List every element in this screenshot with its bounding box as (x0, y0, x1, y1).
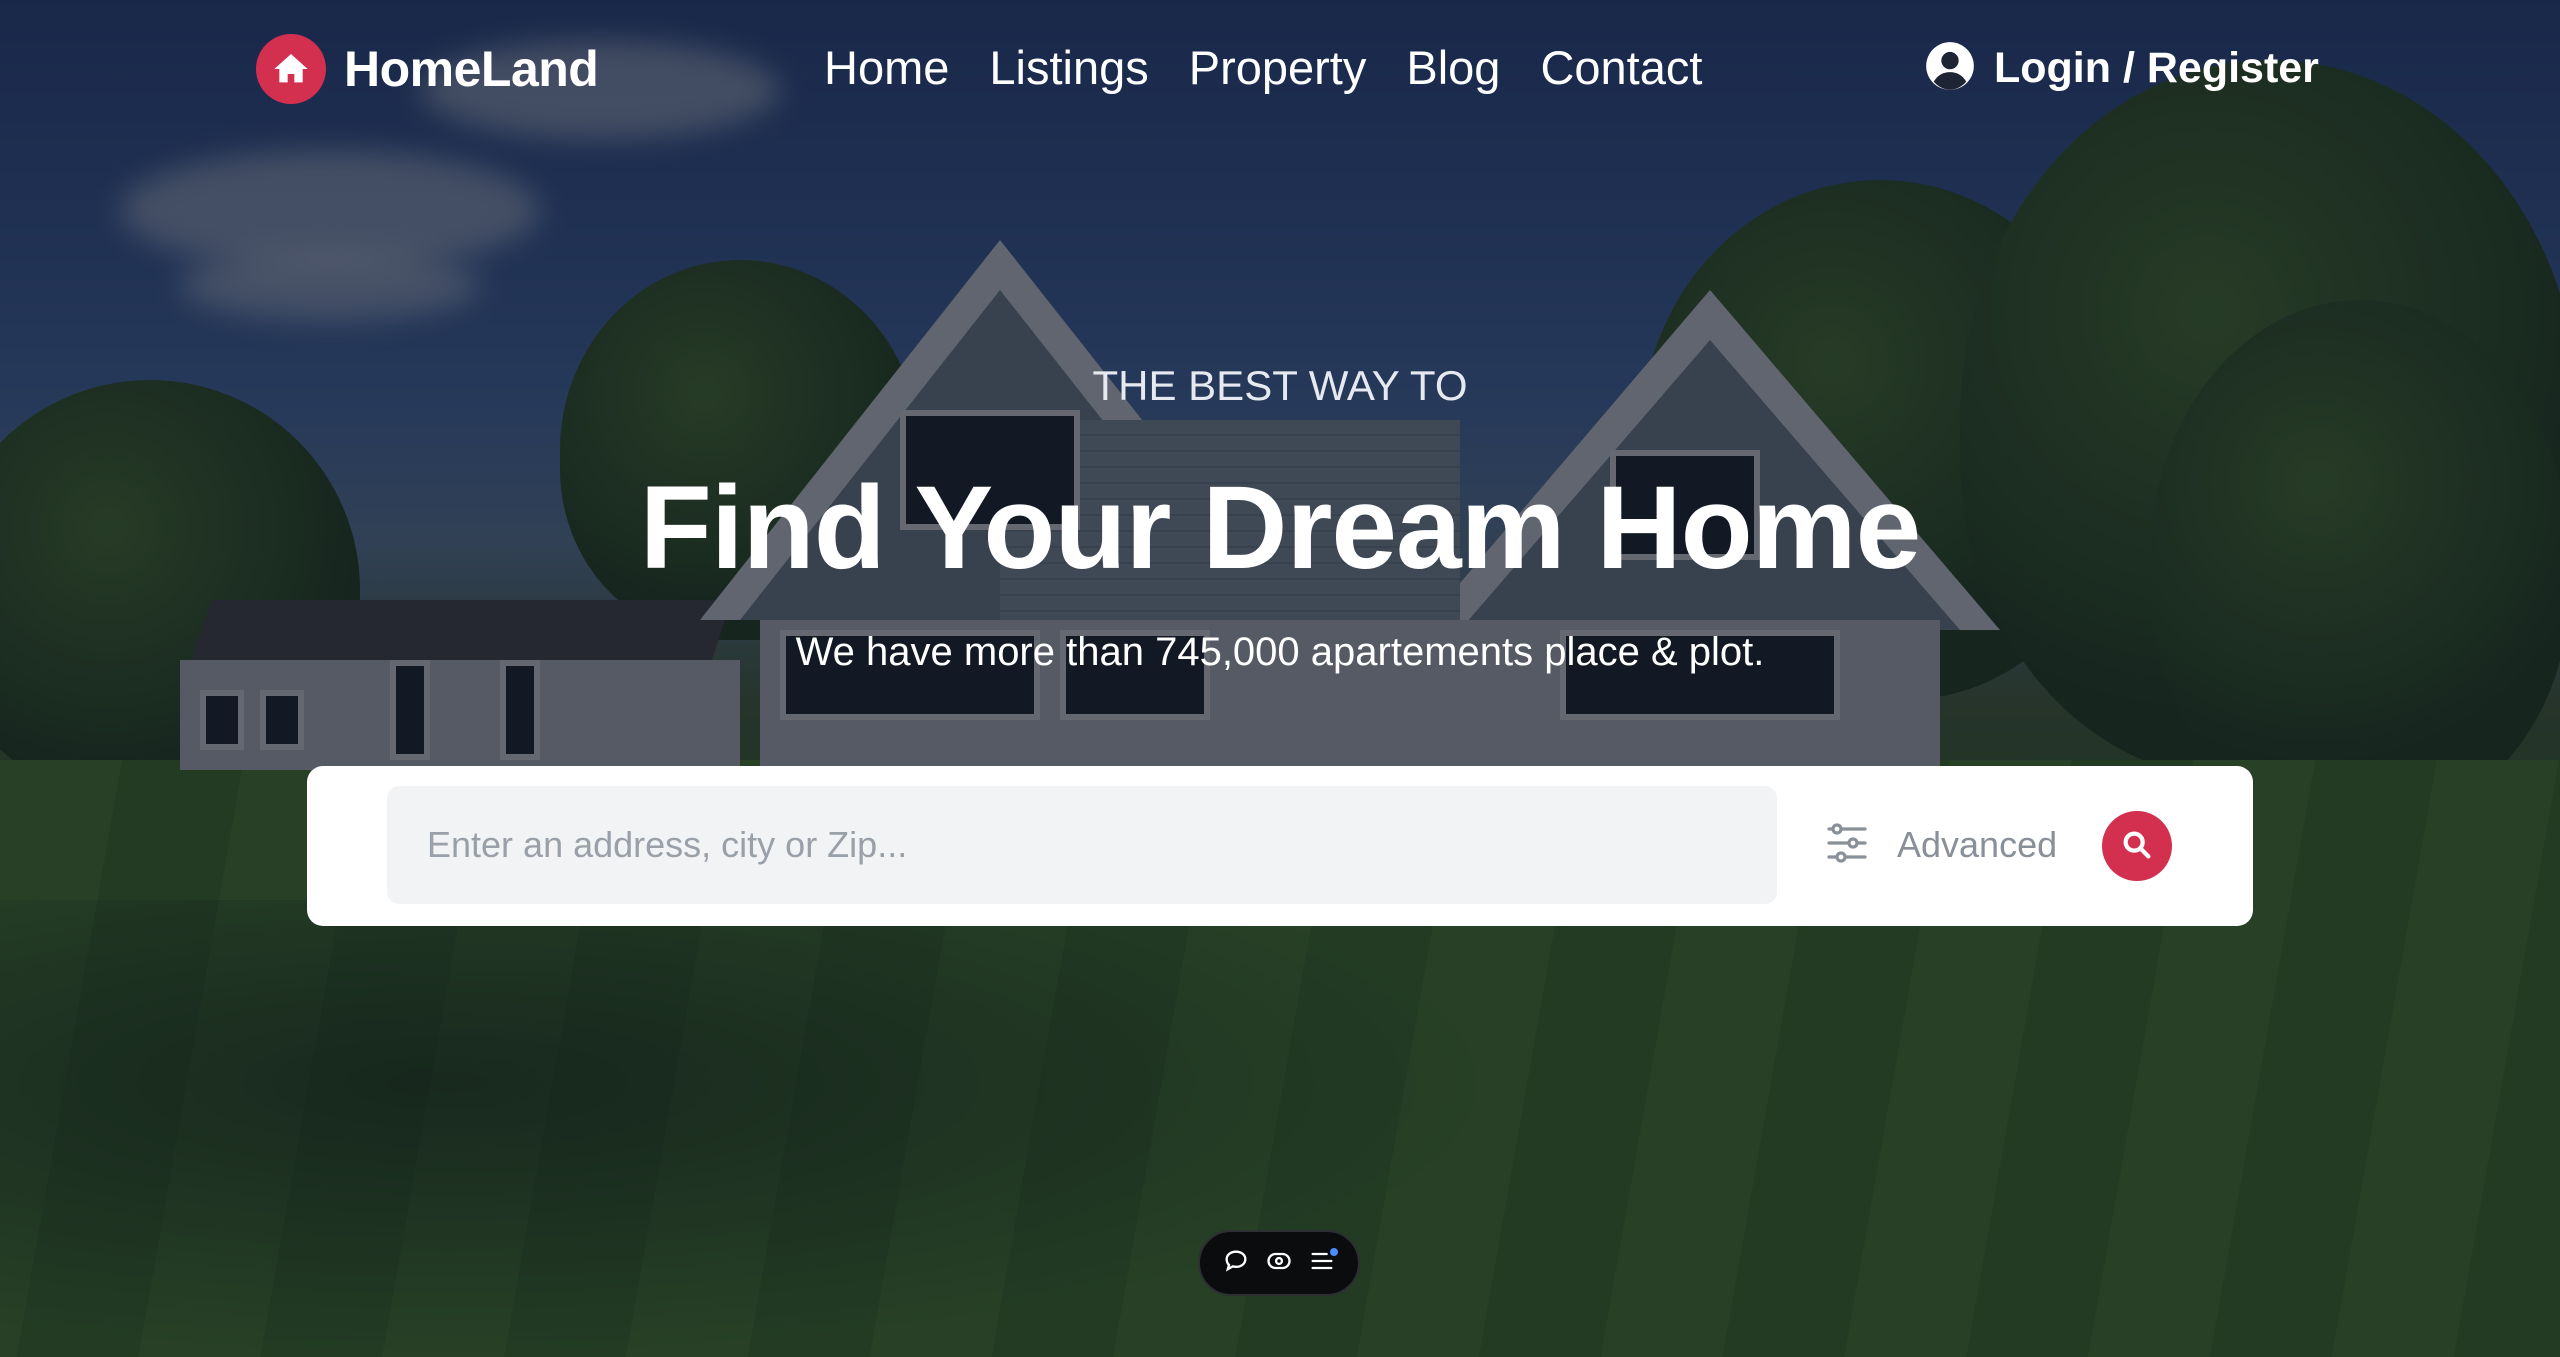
main-nav: Home Listings Property Blog Contact (824, 36, 1702, 100)
user-circle-icon (1924, 40, 1976, 97)
nav-contact[interactable]: Contact (1540, 36, 1702, 100)
sliders-icon (1823, 819, 1871, 872)
hero-subline: We have more than 745,000 apartements pl… (795, 630, 1765, 674)
nav-blog[interactable]: Blog (1406, 36, 1500, 100)
chat-bubble-icon (1222, 1247, 1250, 1280)
hero-background (0, 0, 2560, 1357)
search-icon (2120, 828, 2154, 865)
login-register-link[interactable]: Login / Register (1924, 36, 2319, 100)
hero-kicker: THE BEST WAY TO (1092, 362, 1468, 409)
logo-text: HomeLand (344, 41, 599, 97)
site-header: HomeLand Home Listings Property Blog Con… (0, 0, 2560, 140)
eye-icon (1265, 1247, 1293, 1280)
notification-dot (1330, 1248, 1339, 1256)
view-tool-button[interactable] (1261, 1245, 1297, 1281)
login-register-label: Login / Register (1994, 44, 2319, 92)
logo-link[interactable]: HomeLand (256, 34, 599, 104)
hero-headline: Find Your Dream Home (639, 462, 1921, 594)
floating-toolbar (1198, 1230, 1360, 1296)
nav-property[interactable]: Property (1189, 36, 1367, 100)
nav-listings[interactable]: Listings (989, 36, 1148, 100)
house-icon (256, 34, 326, 104)
nav-home[interactable]: Home (824, 36, 949, 100)
search-submit-button[interactable] (2102, 811, 2172, 881)
menu-tool-button[interactable] (1304, 1245, 1340, 1281)
search-card: Advanced (307, 766, 2253, 926)
search-input[interactable] (387, 786, 1777, 904)
advanced-label: Advanced (1897, 824, 2058, 865)
advanced-search-toggle[interactable]: Advanced (1823, 810, 2057, 880)
comment-tool-button[interactable] (1218, 1245, 1254, 1281)
